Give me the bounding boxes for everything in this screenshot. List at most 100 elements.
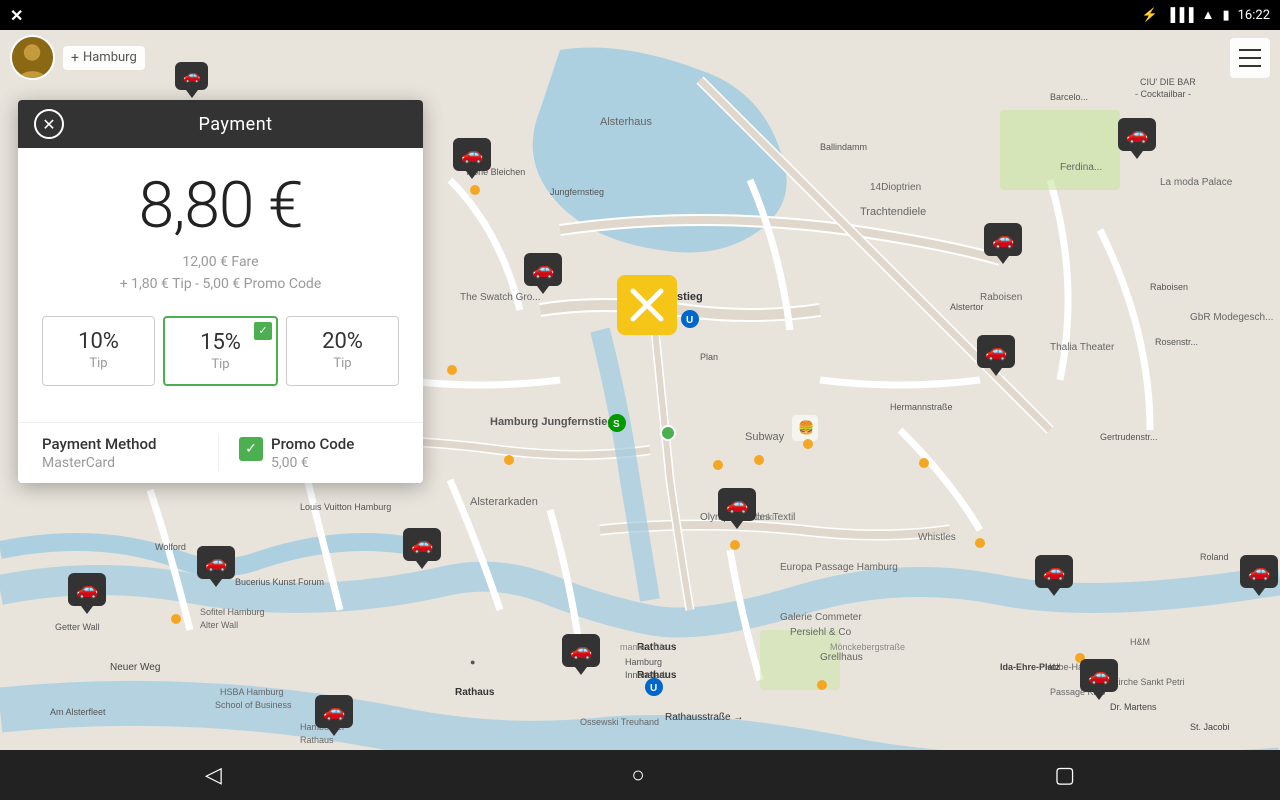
close-icon: ✕ [42, 115, 55, 134]
svg-text:●: ● [470, 657, 475, 667]
svg-text:Raboisen: Raboisen [1150, 282, 1188, 292]
tip-10-label: Tip [51, 356, 146, 371]
svg-text:S: S [613, 419, 620, 430]
svg-text:Jungfernstieg: Jungfernstieg [550, 187, 604, 197]
svg-text:Ferdina...: Ferdina... [1060, 162, 1102, 173]
time-display: 16:22 [1238, 8, 1270, 23]
add-icon: + [71, 50, 79, 66]
svg-text:Louis Vuitton Hamburg: Louis Vuitton Hamburg [300, 502, 391, 512]
taxi-x-logo [617, 275, 677, 335]
fare-line2: + 1,80 € Tip - 5,00 € Promo Code [120, 276, 322, 292]
promo-code-col[interactable]: ✓ Promo Code 5,00 € [219, 435, 399, 471]
svg-text:Roland: Roland [1200, 552, 1229, 562]
taxi-marker[interactable]: 🚗 [1118, 118, 1156, 159]
tip-10-button[interactable]: 10% Tip [42, 316, 155, 386]
fare-details: 12,00 € Fare + 1,80 € Tip - 5,00 € Promo… [42, 251, 399, 296]
svg-text:Hermannstraße: Hermannstraße [890, 402, 953, 412]
svg-text:Innenstadt: Innenstadt [625, 670, 668, 680]
payment-method-col[interactable]: Payment Method MasterCard [42, 435, 219, 471]
panel-title: Payment [64, 114, 407, 135]
svg-text:14Dioptrien: 14Dioptrien [870, 182, 921, 193]
tip-20-button[interactable]: 20% Tip [286, 316, 399, 386]
svg-text:Thalia Theater: Thalia Theater [1050, 342, 1115, 353]
svg-text:Ossewski Treuhand: Ossewski Treuhand [580, 717, 659, 727]
svg-text:Alsterarkaden: Alsterarkaden [470, 496, 538, 508]
taxi-marker[interactable]: 🚗 [197, 546, 235, 587]
menu-button[interactable] [1230, 38, 1270, 78]
svg-text:Rathausstraße →: Rathausstraße → [665, 712, 743, 723]
svg-text:Neuer Weg: Neuer Weg [110, 662, 160, 673]
svg-text:Gertrudenstr...: Gertrudenstr... [1100, 432, 1158, 442]
menu-line-1 [1239, 49, 1261, 51]
panel-body: 8,80 € 12,00 € Fare + 1,80 € Tip - 5,00 … [18, 148, 423, 422]
svg-text:Persiehl & Co: Persiehl & Co [790, 627, 852, 638]
home-button[interactable]: ○ [611, 754, 664, 796]
avatar[interactable] [10, 35, 55, 80]
menu-line-3 [1239, 65, 1261, 67]
svg-text:U: U [650, 683, 657, 694]
tip-section: 10% Tip ✓ 15% Tip 20% Tip [42, 316, 399, 386]
center-location-marker [617, 275, 677, 335]
svg-text:Ida-Ehre-Platz: Ida-Ehre-Platz [1000, 662, 1061, 672]
svg-text:Ballindamm: Ballindamm [820, 142, 867, 152]
svg-text:Hamburg Jungfernstieg: Hamburg Jungfernstieg [490, 416, 614, 428]
taxi-marker[interactable]: 🚗 [1240, 555, 1278, 596]
svg-text:Alter Wall: Alter Wall [200, 620, 238, 630]
fare-line1: 12,00 € Fare [182, 254, 258, 270]
svg-text:Am Alsterfleet: Am Alsterfleet [50, 707, 106, 717]
svg-text:U: U [686, 315, 693, 326]
svg-text:Whistles: Whistles [918, 532, 956, 543]
bluetooth-icon: ⚡ [1142, 8, 1158, 23]
taxi-marker[interactable]: 🚗 [315, 695, 353, 736]
tip-20-percent: 20% [295, 329, 390, 354]
taxi-marker[interactable]: 🚗 [68, 573, 106, 614]
taxi-marker[interactable]: 🚗 [453, 138, 491, 179]
taxi-marker[interactable]: 🚗 [984, 223, 1022, 264]
svg-text:Bucerius Kunst Forum: Bucerius Kunst Forum [235, 577, 324, 587]
recent-button[interactable]: ▢ [1034, 755, 1095, 796]
back-button[interactable]: ◁ [185, 755, 242, 796]
svg-text:School of Business: School of Business [215, 700, 292, 710]
svg-text:Grellhaus: Grellhaus [820, 652, 863, 663]
svg-text:Hamburg: Hamburg [625, 657, 662, 667]
svg-text:- Cocktailbar -: - Cocktailbar - [1135, 89, 1191, 99]
taxi-marker[interactable]: 🚗 [562, 634, 600, 675]
taxi-marker[interactable]: 🚗 [1080, 659, 1118, 700]
taxi-marker[interactable]: 🚗 [524, 253, 562, 294]
svg-text:Galerie Commeter: Galerie Commeter [780, 612, 862, 623]
svg-text:La moda Palace: La moda Palace [1160, 177, 1233, 188]
panel-header: ✕ Payment [18, 100, 423, 148]
svg-text:Plan: Plan [700, 352, 718, 362]
svg-text:Sofitel Hamburg: Sofitel Hamburg [200, 607, 265, 617]
taxi-marker[interactable]: 🚗 [1035, 555, 1073, 596]
taxi-marker[interactable]: 🚗 [403, 528, 441, 569]
close-button[interactable]: ✕ [34, 109, 64, 139]
location-button[interactable]: + Hamburg [63, 46, 145, 70]
svg-text:St. Jacobi: St. Jacobi [1190, 722, 1230, 732]
taxi-marker[interactable]: 🚗 [977, 335, 1015, 376]
svg-text:Mönckebergstraße: Mönckebergstraße [830, 642, 905, 652]
signal-icon: ▐▐▐ [1166, 7, 1194, 23]
battery-icon: ▮ [1222, 8, 1229, 23]
svg-text:Getter Wall: Getter Wall [55, 622, 100, 632]
svg-text:Europa Passage Hamburg: Europa Passage Hamburg [780, 562, 898, 573]
top-bar: + Hamburg [0, 30, 1280, 85]
svg-text:Trachtendiele: Trachtendiele [860, 206, 926, 218]
payment-method-label: Payment Method [42, 435, 202, 453]
taxi-marker[interactable]: 🚗 [718, 488, 756, 529]
svg-text:Wolford: Wolford [155, 542, 186, 552]
svg-text:Barcelo...: Barcelo... [1050, 92, 1088, 102]
svg-text:Alstertor: Alstertor [950, 302, 984, 312]
svg-text:Dr. Martens: Dr. Martens [1110, 702, 1157, 712]
bottom-section: Payment Method MasterCard ✓ Promo Code 5… [18, 422, 423, 483]
svg-text:Subway: Subway [745, 431, 785, 443]
svg-text:H&M: H&M [1130, 637, 1150, 647]
tip-20-label: Tip [295, 356, 390, 371]
fare-amount: 8,80 € [42, 168, 399, 243]
tip-15-button[interactable]: ✓ 15% Tip [163, 316, 278, 386]
svg-text:Alsterhaus: Alsterhaus [600, 116, 652, 128]
payment-panel: ✕ Payment 8,80 € 12,00 € Fare + 1,80 € T… [18, 100, 423, 483]
tip-10-percent: 10% [51, 329, 146, 354]
promo-code-label: Promo Code [271, 435, 354, 453]
svg-text:GbR Modegesch...: GbR Modegesch... [1190, 312, 1273, 323]
